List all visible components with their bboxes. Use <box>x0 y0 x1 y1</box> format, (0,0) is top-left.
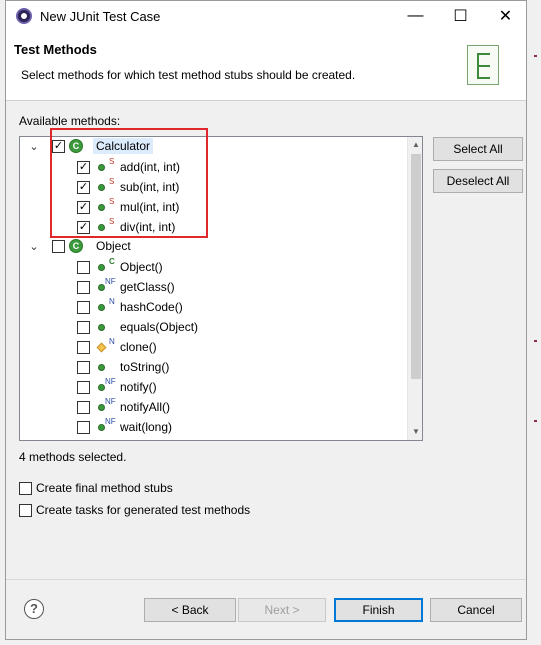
checkbox-calculator[interactable]: ✓ <box>52 140 65 153</box>
background-window-edge <box>534 420 537 422</box>
finish-button[interactable]: Finish <box>334 598 423 622</box>
window-title: New JUnit Test Case <box>40 9 161 24</box>
method-checkbox[interactable] <box>77 261 90 274</box>
method-label: getClass() <box>120 280 175 294</box>
static-modifier-icon: S <box>109 177 115 186</box>
method-label: mul(int, int) <box>120 200 180 214</box>
tree-node-label: Object <box>96 239 131 253</box>
eclipse-icon <box>16 8 32 24</box>
cancel-button[interactable]: Cancel <box>430 598 522 622</box>
public-method-icon <box>98 224 105 231</box>
native-modifier-icon: N <box>109 297 115 306</box>
method-label: notify() <box>120 380 157 394</box>
public-method-icon <box>98 404 105 411</box>
dialog-window: New JUnit Test Case — ☐ ✕ Test Methods S… <box>5 0 527 640</box>
collapse-icon[interactable]: ⌄ <box>28 141 40 153</box>
public-method-icon <box>98 264 105 271</box>
background-window-edge <box>534 340 537 342</box>
method-checkbox[interactable] <box>77 341 90 354</box>
native-final-modifier-icon: NF <box>105 417 116 426</box>
select-all-button[interactable]: Select All <box>433 137 523 161</box>
method-checkbox[interactable]: ✓ <box>77 201 90 214</box>
method-checkbox[interactable] <box>77 401 90 414</box>
deselect-all-button[interactable]: Deselect All <box>433 169 523 193</box>
tasks-label: Create tasks for generated test methods <box>36 503 251 517</box>
scroll-thumb[interactable] <box>411 154 421 379</box>
method-label: toString() <box>120 360 170 374</box>
native-final-modifier-icon: NF <box>105 377 116 386</box>
method-label: sub(int, int) <box>120 180 180 194</box>
vertical-scrollbar[interactable]: ▲ ▼ <box>407 137 422 440</box>
public-method-icon <box>98 384 105 391</box>
method-label: notifyAll() <box>120 400 171 414</box>
page-description: Select methods for which test method stu… <box>21 68 356 82</box>
native-final-modifier-icon: NF <box>105 397 116 406</box>
method-checkbox[interactable] <box>77 421 90 434</box>
maximize-button[interactable]: ☐ <box>438 1 483 31</box>
tasks-option[interactable]: Create tasks for generated test methods <box>19 503 250 517</box>
native-modifier-icon: N <box>109 337 115 346</box>
static-modifier-icon: S <box>109 197 115 206</box>
junit-wizard-icon <box>467 45 499 85</box>
available-methods-label: Available methods: <box>19 114 121 128</box>
public-method-icon <box>98 324 105 331</box>
public-method-icon <box>98 164 105 171</box>
checkbox-object[interactable] <box>52 240 65 253</box>
public-method-icon <box>98 424 105 431</box>
back-button[interactable]: < Back <box>144 598 236 622</box>
public-method-icon <box>98 364 105 371</box>
help-icon[interactable]: ? <box>24 599 44 619</box>
method-label: wait(long) <box>120 420 173 434</box>
methods-tree[interactable]: ⌄ ✓ C Calculator ✓ S add(int, int) ✓ S s… <box>19 136 423 441</box>
method-label: div(int, int) <box>120 220 176 234</box>
minimize-button[interactable]: — <box>393 1 438 31</box>
method-checkbox[interactable] <box>77 361 90 374</box>
method-checkbox[interactable]: ✓ <box>77 181 90 194</box>
method-label: equals(Object) <box>120 320 199 334</box>
public-method-icon <box>98 204 105 211</box>
next-button[interactable]: Next > <box>238 598 326 622</box>
method-label: Object() <box>120 260 163 274</box>
final-stubs-option[interactable]: Create final method stubs <box>19 481 173 495</box>
background-window-edge <box>534 55 537 57</box>
separator <box>6 579 526 580</box>
public-method-icon <box>98 304 105 311</box>
title-bar: New JUnit Test Case — ☐ ✕ <box>6 1 526 31</box>
public-method-icon <box>98 284 105 291</box>
scroll-up-icon[interactable]: ▲ <box>408 137 422 153</box>
method-checkbox[interactable] <box>77 301 90 314</box>
method-checkbox[interactable] <box>77 381 90 394</box>
wizard-header: Test Methods Select methods for which te… <box>6 31 526 101</box>
collapse-icon[interactable]: ⌄ <box>28 241 40 253</box>
final-stubs-label: Create final method stubs <box>36 481 173 495</box>
class-icon: C <box>69 139 83 153</box>
method-checkbox[interactable]: ✓ <box>77 221 90 234</box>
method-label: clone() <box>120 340 157 354</box>
page-title: Test Methods <box>14 42 97 57</box>
native-final-modifier-icon: NF <box>105 277 116 286</box>
constructor-modifier-icon: C <box>109 257 115 266</box>
method-checkbox[interactable] <box>77 321 90 334</box>
static-modifier-icon: S <box>109 157 115 166</box>
final-stubs-checkbox[interactable] <box>19 481 32 495</box>
static-modifier-icon: S <box>109 217 115 226</box>
scroll-down-icon[interactable]: ▼ <box>408 424 422 440</box>
protected-method-icon <box>96 342 107 353</box>
public-method-icon <box>98 184 105 191</box>
tasks-checkbox[interactable] <box>19 503 32 517</box>
class-icon: C <box>69 239 83 253</box>
method-label: hashCode() <box>120 300 183 314</box>
method-checkbox[interactable]: ✓ <box>77 161 90 174</box>
method-checkbox[interactable] <box>77 281 90 294</box>
close-button[interactable]: ✕ <box>483 1 528 31</box>
tree-node-label: Calculator <box>93 138 154 154</box>
selection-status: 4 methods selected. <box>19 450 127 464</box>
method-label: add(int, int) <box>120 160 181 174</box>
